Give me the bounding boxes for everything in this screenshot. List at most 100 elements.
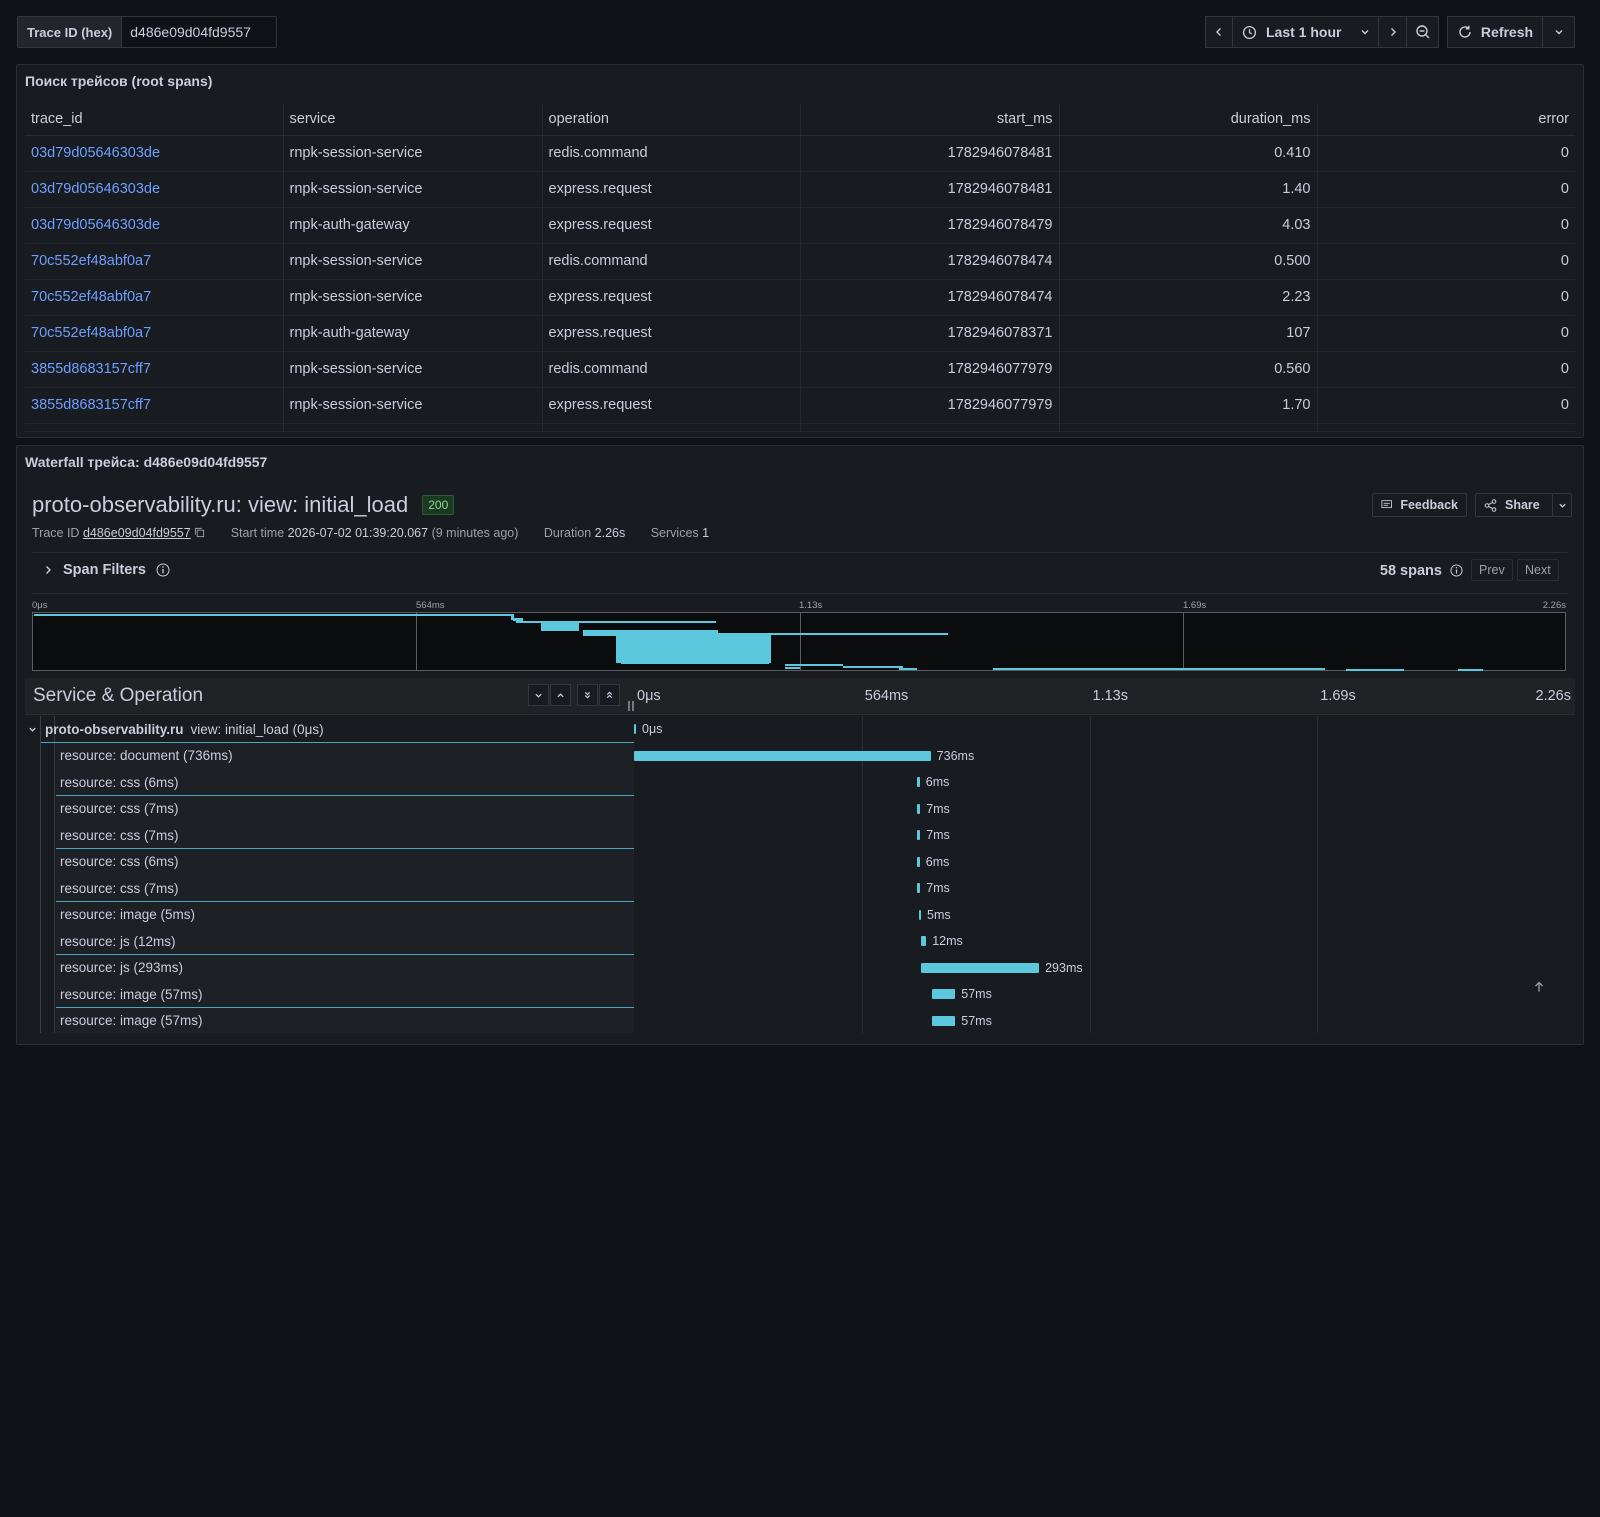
column-header-service[interactable]: service [283,103,543,136]
span-bar[interactable] [921,962,1040,973]
cell-start-ms: 1782946077979 [947,397,1053,413]
share-button[interactable]: Share [1475,493,1553,517]
filters-divider [32,593,1568,594]
timeline-tick: 1.69s [1320,688,1356,704]
span-name[interactable]: resource: css (7ms) [56,875,634,902]
table-cell: rnpk-auth-gateway [283,315,543,352]
feedback-button[interactable]: Feedback [1372,493,1467,517]
span-row[interactable]: resource: css (6ms) 6ms [25,848,1575,876]
share-options-dropdown[interactable] [1552,493,1572,517]
span-name[interactable]: resource: image (57ms) [56,1007,634,1033]
column-header-error[interactable]: error [1317,103,1575,136]
span-bar[interactable] [918,909,921,920]
span-name[interactable]: resource: image (57ms) [56,981,634,1008]
service-operation-header: Service & Operation [33,685,204,706]
dashboard-toolbar: Trace ID (hex) d486e09d04fd9557 Last 1 h… [17,16,1575,48]
span-row[interactable]: resource: css (7ms) 7ms [25,822,1575,849]
trace-id-link[interactable]: 03d79d05646303de [31,217,160,233]
span-row[interactable]: resource: document (736ms) 736ms [25,742,1575,770]
trace-id-link[interactable]: 3855d8683157cff7 [31,397,151,413]
span-row[interactable]: resource: css (7ms) 7ms [25,795,1575,823]
span-row[interactable]: proto-observability.ru view: initial_load… [25,716,1575,743]
span-row[interactable]: resource: image (57ms) 57ms [25,981,1575,1008]
trace-id-link[interactable]: 70c552ef48abf0a7 [31,289,151,305]
span-name[interactable]: resource: css (6ms) [56,848,634,876]
span-name[interactable]: resource: js (12ms) [56,928,634,955]
column-resizer-icon[interactable] [627,701,635,711]
span-name[interactable]: resource: css (7ms) [56,795,634,823]
span-name[interactable]: resource: js (293ms) [56,954,634,982]
table-cell: express.request [542,387,801,424]
column-header-operation[interactable]: operation [542,103,801,136]
span-name[interactable]: resource: image (5ms) [56,901,634,929]
time-forward-button[interactable] [1379,16,1407,48]
span-row[interactable]: resource: css (7ms) 7ms [25,875,1575,902]
minimap-gridline [416,613,417,670]
time-back-button[interactable] [1205,16,1233,48]
expand-one-button[interactable] [550,684,571,706]
minimap-gridline [800,613,801,670]
span-row[interactable]: resource: image (57ms) 57ms [25,1007,1575,1033]
header-divider [32,552,1568,553]
span-filters-toggle[interactable]: Span Filters [43,562,170,578]
span-row[interactable]: resource: image (5ms) 5ms [25,901,1575,929]
span-name[interactable]: resource: css (7ms) [56,822,634,849]
cell-error: 0 [1560,397,1569,413]
zoom-out-button[interactable] [1407,16,1439,48]
span-name[interactable]: resource: document (736ms) [56,742,634,770]
expand-all-button[interactable] [599,684,620,706]
span-row[interactable]: resource: css (6ms) 6ms [25,769,1575,796]
collapse-one-button[interactable] [528,684,549,706]
prev-match-button[interactable]: Prev [1471,559,1513,581]
chevron-down-icon[interactable] [28,725,37,734]
cell-start-ms: 1782946078481 [947,181,1053,197]
trace-id-link[interactable]: d486e09d04fd9557 [83,526,191,540]
trace-id-link[interactable]: 03d79d05646303de [31,181,160,197]
scroll-to-top-icon[interactable] [1533,981,1545,993]
span-bar[interactable] [917,803,921,814]
column-header-duration-ms[interactable]: duration_ms [1059,103,1318,136]
span-name[interactable]: resource: css (6ms) [56,769,634,796]
span-bar[interactable] [917,856,920,867]
minimap-span [1346,669,1404,671]
refresh-interval-dropdown[interactable] [1543,16,1575,48]
comment-icon [1381,500,1392,509]
table-row: 70c552ef48abf0a7 rnpk-session-service redi… [25,243,1575,280]
table-cell [542,423,801,432]
copy-icon[interactable] [194,527,205,538]
collapse-all-button[interactable] [577,684,598,706]
chevron-down-icon [535,693,542,698]
table-cell: 0 [1317,171,1575,208]
span-operation-name: resource: js (12ms) [60,933,176,949]
span-bar[interactable] [917,830,921,840]
column-header-start-ms[interactable]: start_ms [800,103,1060,136]
span-bar[interactable] [932,989,956,999]
column-header-trace-id[interactable]: trace_id [25,103,284,136]
refresh-button[interactable]: Refresh [1447,16,1543,48]
table-cell: rnpk-session-service [283,135,543,172]
timeline-tick: 2.26s [1535,688,1571,704]
span-row[interactable]: resource: js (293ms) 293ms [25,954,1575,982]
span-bar[interactable] [917,883,921,893]
trace-id-link[interactable]: 03d79d05646303de [31,145,160,161]
trace-minimap[interactable] [32,612,1566,671]
table-cell: express.request [542,279,801,316]
span-bar[interactable] [634,724,636,734]
trace-id-link[interactable]: 70c552ef48abf0a7 [31,253,151,269]
span-bar[interactable] [634,750,931,761]
span-bar[interactable] [921,936,927,946]
time-range-picker[interactable]: Last 1 hour [1233,16,1379,48]
refresh-controls: Refresh [1447,16,1575,48]
cell-duration-ms: 0.560 [1274,361,1311,377]
clock-icon [1242,25,1257,39]
trace-id-link[interactable]: 70c552ef48abf0a7 [31,325,151,341]
span-row[interactable]: resource: js (12ms) 12ms [25,928,1575,955]
next-match-button[interactable]: Next [1517,559,1559,581]
trace-id-link[interactable]: 3855d8683157cff7 [31,361,151,377]
cell-duration-ms: 4.03 [1282,217,1311,233]
trace-id-input[interactable]: d486e09d04fd9557 [121,16,278,48]
span-name[interactable]: proto-observability.ru view: initial_load… [29,716,634,743]
span-bar[interactable] [917,777,920,787]
span-duration-label: 57ms [961,987,992,1001]
span-bar[interactable] [932,1015,956,1026]
